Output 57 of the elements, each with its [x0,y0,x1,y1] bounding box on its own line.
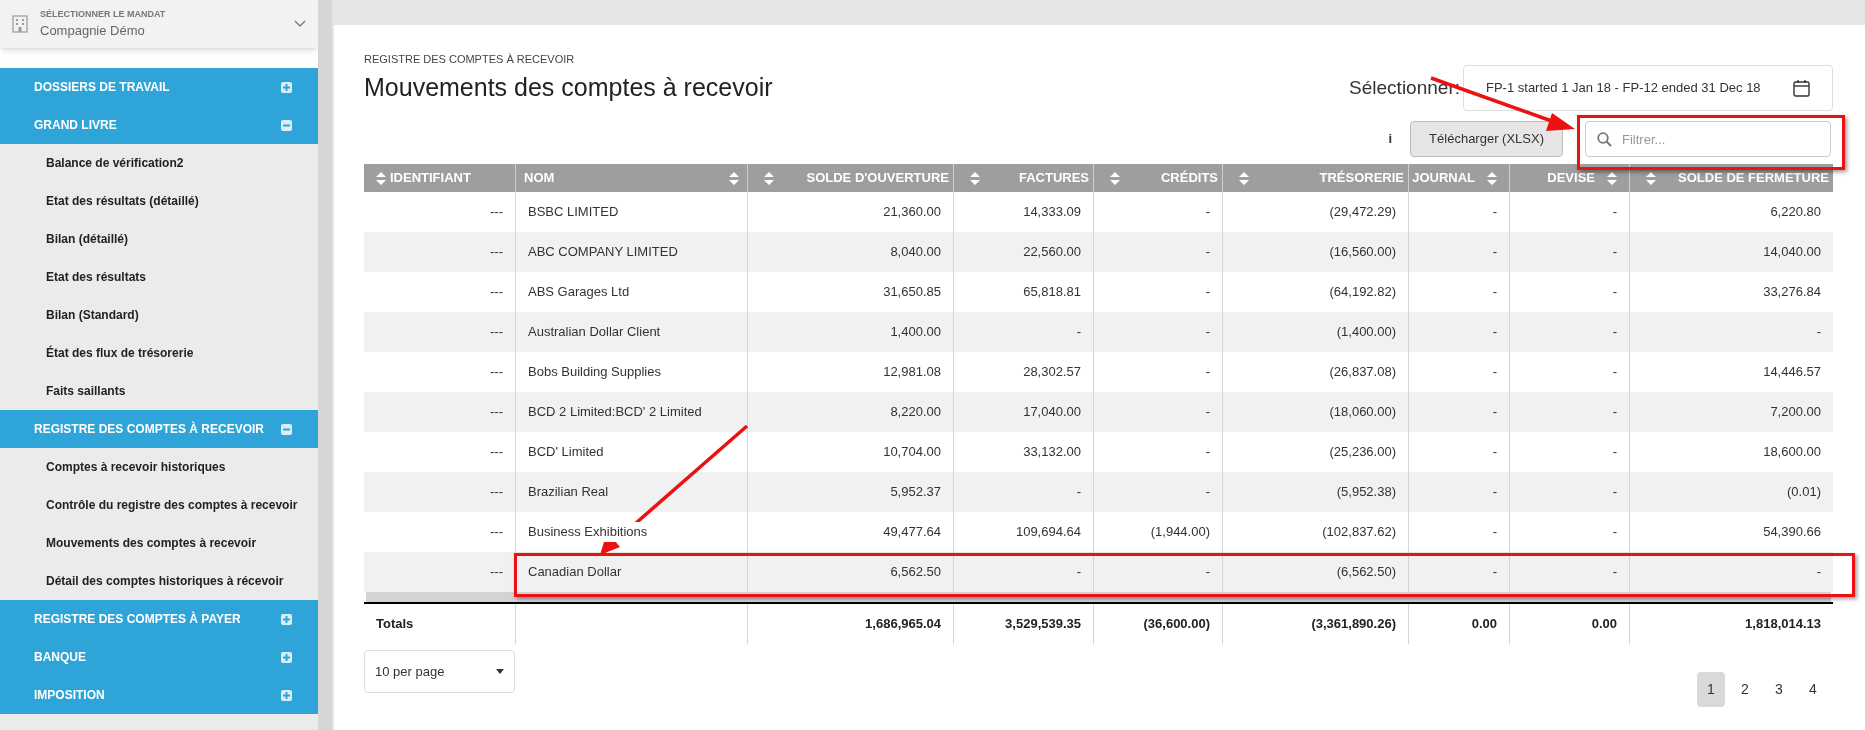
expand-icon[interactable] [281,81,292,93]
sort-icon [1239,171,1249,185]
page-button[interactable]: 1 [1697,672,1725,707]
per-page-select[interactable]: 10 per page [364,650,515,693]
search-icon [1597,132,1612,147]
filter-field[interactable]: Filtrer... [1585,121,1831,157]
totals-cell-text: 3,529,539.35 [1005,615,1081,634]
sidebar-item[interactable]: Bilan (détaillé) [0,220,318,258]
info-icon[interactable]: i [1388,129,1393,149]
sort-icon [1607,171,1617,185]
horizontal-scrollbar[interactable] [366,592,1831,602]
sort-icon [376,171,386,185]
mandate-selector[interactable]: SÉLECTIONNER LE MANDAT Compagnie Démo [0,0,318,48]
totals-cell-text: 1,818,014.13 [1745,615,1821,634]
expand-icon[interactable] [281,689,292,701]
scrollbar[interactable] [318,0,332,730]
page-title: Mouvements des comptes à recevoir [364,71,773,103]
sidebar-item[interactable]: Etat des résultats [0,258,318,296]
sort-icon [764,171,774,185]
totals-cell-text: (3,361,890.26) [1311,615,1396,634]
building-icon [12,15,28,33]
page-button[interactable]: 4 [1799,672,1827,707]
sidebar-item[interactable]: Détail des comptes historiques à récevoir [0,562,318,600]
totals-cell-text: 1,686,965.04 [865,615,941,634]
sidebar-item[interactable]: Contrôle du registre des comptes à recevoir [0,486,318,524]
download-button[interactable]: Télécharger (XLSX) [1410,121,1563,157]
sort-icon [1110,171,1120,185]
totals-cell-text: (36,600.00) [1143,615,1210,634]
mandate-label: SÉLECTIONNER LE MANDAT [40,7,167,21]
totals-cell-text: Totals [376,615,414,634]
sidebar-item[interactable]: État des flux de trésorerie [0,334,318,372]
sort-icon [1487,171,1497,185]
expand-icon[interactable] [281,651,292,663]
sidebar-item[interactable]: Bilan (Standard) [0,296,318,334]
table-cell: Business Exhibitions [528,522,648,542]
sidebar-item[interactable]: Faits saillants [0,372,318,410]
page-button[interactable]: 3 [1765,672,1793,707]
sidebar-item[interactable]: Comptes à recevoir historiques [0,448,318,486]
period-picker[interactable]: FP-1 started 1 Jan 18 - FP-12 ended 31 Dec 18 [1463,65,1833,111]
collapse-icon[interactable] [281,119,292,131]
sort-icon [1646,171,1656,185]
expand-icon[interactable] [281,613,292,625]
calendar-icon [1793,79,1810,97]
sidebar-item[interactable]: Etat des résultats (détaillé) [0,182,318,220]
chevron-down-icon [294,20,306,28]
collapse-icon[interactable] [281,423,292,435]
mandate-value: Compagnie Démo [40,22,146,40]
sort-icon [970,171,980,185]
period-label: Sélectionner: [1349,75,1460,100]
totals-cell-text: 0.00 [1591,615,1617,634]
sidebar-item[interactable]: Balance de vérification2 [0,144,318,182]
page-button[interactable]: 2 [1731,672,1759,707]
sidebar-item[interactable]: Mouvements des comptes à recevoir [0,524,318,562]
sort-icon [729,171,739,185]
breadcrumb: REGISTRE DES COMPTES À RECEVOIR [364,52,576,67]
caret-down-icon [496,669,504,674]
totals-cell-text: 0.00 [1471,615,1497,634]
